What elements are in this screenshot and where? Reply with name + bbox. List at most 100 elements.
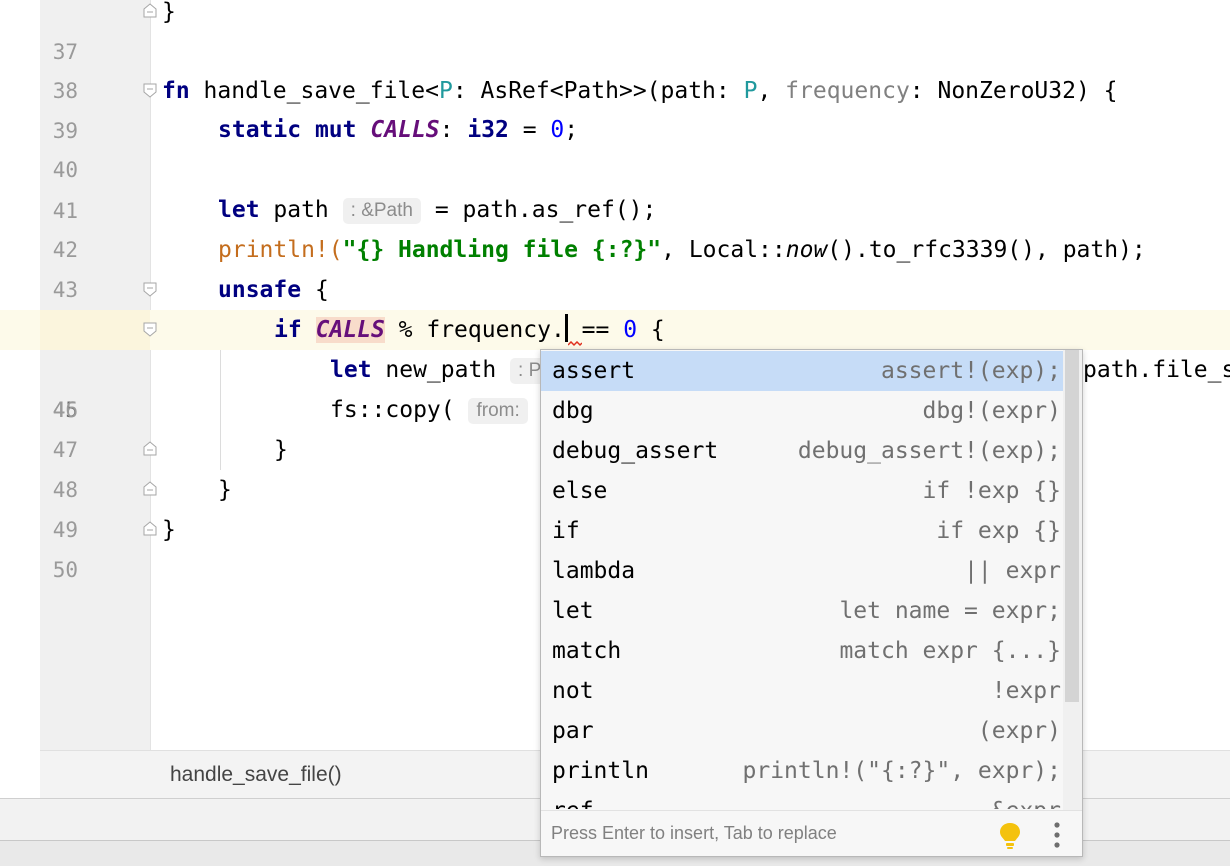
punct: , [757, 78, 786, 104]
identifier: handle_save_file< [189, 78, 439, 104]
item-tail: || expr [964, 558, 1061, 584]
fold-start-icon[interactable] [142, 281, 158, 297]
fold-end-icon[interactable] [142, 3, 158, 19]
string: "{} Handling file {:?}" [342, 237, 662, 263]
completion-item-debug-assert[interactable]: debug_assert debug_assert!(exp); [541, 431, 1063, 471]
completion-hint-text: Press Enter to insert, Tab to replace [551, 823, 837, 843]
number: 0 [623, 317, 638, 343]
code-text: path.file_s [1083, 357, 1230, 383]
error-squiggle-icon [568, 341, 582, 347]
code-line: 44 unsafe { [0, 270, 1230, 342]
type-hint: : &Path [342, 198, 421, 224]
number: 0 [550, 117, 565, 143]
item-name: assert [552, 358, 636, 384]
punct: { [637, 317, 665, 343]
code-text: static mut CALLS: i32 = 0; [218, 110, 578, 150]
keyword: let [330, 357, 372, 383]
item-tail: println!("{:?}", expr); [742, 758, 1062, 784]
keyword: i32 [467, 117, 509, 143]
static-const-highlighted: CALLS [315, 317, 385, 343]
identifier: = path.as_ref(); [420, 197, 657, 223]
code-text: } [162, 517, 176, 543]
identifier: new_path [371, 357, 511, 383]
item-tail: dbg!(expr) [922, 398, 1061, 424]
completion-popup[interactable]: assert assert!(exp); dbg dbg!(expr) debug_… [540, 349, 1083, 857]
fold-end-icon[interactable] [142, 441, 158, 457]
completion-footer: Press Enter to insert, Tab to replace [541, 810, 1082, 856]
item-name: lambda [552, 558, 636, 584]
item-name: println [552, 758, 649, 784]
punct: { [301, 277, 329, 303]
code-line: 42 let path : &Path = path.as_ref(); [0, 190, 1230, 262]
identifier: ().to_rfc3339(), path); [827, 237, 1146, 263]
function-call: now [785, 237, 828, 263]
item-name: ref [552, 791, 594, 809]
keyword: if [274, 317, 302, 343]
fold-end-icon[interactable] [142, 521, 158, 537]
code-line: 43 println!("{} Handling file {:?}", Loc… [0, 230, 1230, 302]
punct: = [508, 117, 551, 143]
code-text: let path : &Path = path.as_ref(); [218, 190, 656, 230]
more-vertical-icon[interactable] [1051, 821, 1063, 849]
identifier: : NonZeroU32) { [909, 78, 1118, 104]
item-tail: match expr {...} [839, 638, 1061, 664]
code-line-current: 45 if CALLS % frequency. == 0 { [0, 310, 1230, 422]
punct: ; [564, 117, 579, 143]
code-text: if CALLS % frequency. == 0 { [274, 310, 665, 350]
keyword: let [218, 197, 260, 223]
code-line: 41 [0, 151, 1230, 223]
item-name: let [552, 598, 594, 624]
fold-start-icon[interactable] [142, 321, 158, 337]
item-name: match [552, 638, 622, 664]
line-number: 50 [52, 558, 78, 582]
identifier: fs::copy( [330, 397, 469, 423]
completion-item-not[interactable]: not !expr [541, 671, 1063, 711]
code-text: println!("{} Handling file {:?}", Local:… [218, 230, 1146, 270]
completion-item-else[interactable]: else if !exp {} [541, 471, 1063, 511]
item-name: dbg [552, 398, 594, 424]
completion-item-if[interactable]: if if exp {} [541, 511, 1063, 551]
item-tail: if exp {} [936, 518, 1061, 544]
identifier: path [259, 197, 343, 223]
completion-item-ref[interactable]: ref&expr [541, 791, 1063, 809]
completion-item-par[interactable]: par (expr) [541, 711, 1063, 751]
item-name: else [552, 478, 608, 504]
item-name: par [552, 718, 594, 744]
fold-end-icon[interactable] [142, 481, 158, 497]
identifier: % frequency. [384, 317, 565, 343]
item-tail: !expr [991, 678, 1061, 704]
identifier: , Local:: [661, 237, 786, 263]
keyword: fn [162, 78, 190, 104]
fold-start-icon[interactable] [142, 82, 158, 98]
lightbulb-icon[interactable] [998, 821, 1022, 851]
completion-item-let[interactable]: let let name = expr; [541, 591, 1063, 631]
item-tail: assert!(exp); [880, 358, 1061, 384]
punct: == [567, 317, 624, 343]
code-text: fs::copy( from: [330, 390, 528, 430]
current-line-gutter [40, 310, 150, 350]
keyword: unsafe [218, 277, 302, 303]
type-param: P [743, 78, 758, 104]
type-param: P [438, 78, 453, 104]
code-text: } [274, 437, 288, 463]
completion-list[interactable]: assert assert!(exp); dbg dbg!(expr) debug_… [541, 351, 1063, 809]
completion-item-dbg[interactable]: dbg dbg!(expr) [541, 391, 1063, 431]
item-tail: let name = expr; [839, 598, 1061, 624]
completion-item-assert[interactable]: assert assert!(exp); [541, 351, 1063, 391]
param-hint: from: [468, 398, 528, 424]
completion-item-match[interactable]: match match expr {...} [541, 631, 1063, 671]
breadcrumb[interactable]: handle_save_file() [170, 763, 342, 787]
keyword: static [218, 117, 302, 143]
keyword: mut [314, 117, 357, 143]
code-text: } [162, 0, 176, 25]
code-line: 37 } [0, 0, 1230, 64]
completion-item-println[interactable]: println println!("{:?}", expr); [541, 751, 1063, 791]
code-text: } [218, 477, 232, 503]
item-name: debug_assert [552, 438, 719, 464]
code-line: 40 static mut CALLS: i32 = 0; [0, 110, 1230, 182]
completion-scrollbar[interactable] [1063, 350, 1082, 810]
scrollbar-thumb[interactable] [1065, 350, 1079, 702]
completion-item-lambda[interactable]: lambda || expr [541, 551, 1063, 591]
code-text: fn handle_save_file<P: AsRef<Path>>(path… [162, 71, 1118, 111]
code-text: unsafe { [218, 270, 329, 310]
